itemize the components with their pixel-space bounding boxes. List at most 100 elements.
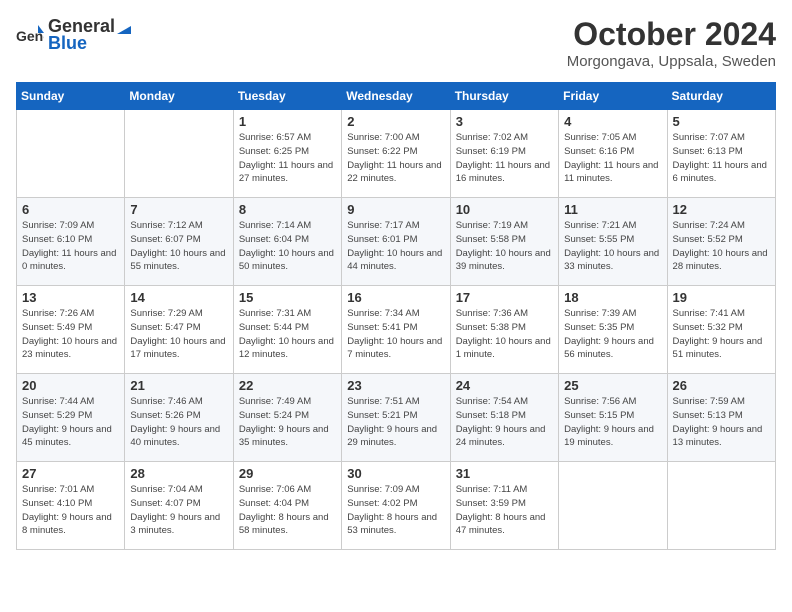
day-header-thursday: Thursday [450,83,558,110]
day-number: 22 [239,378,336,393]
calendar-cell: 7 Sunrise: 7:12 AMSunset: 6:07 PMDaylight… [125,198,233,286]
day-info: Sunrise: 7:12 AMSunset: 6:07 PMDaylight:… [130,219,227,274]
day-number: 1 [239,114,336,129]
calendar-cell: 27Sunrise: 7:01 AMSunset: 4:10 PMDayligh… [17,462,125,550]
calendar-cell: 14 Sunrise: 7:29 AMSunset: 5:47 PMDayligh… [125,286,233,374]
day-info: Sunrise: 7:09 AMSunset: 6:10 PMDaylight:… [22,219,119,274]
day-info: Sunrise: 7:54 AMSunset: 5:18 PMDaylight:… [456,395,553,450]
day-info: Sunrise: 7:41 AMSunset: 5:32 PMDaylight:… [673,307,770,362]
calendar-cell: 2 Sunrise: 7:00 AMSunset: 6:22 PMDaylight… [342,110,450,198]
day-info: Sunrise: 7:17 AMSunset: 6:01 PMDaylight:… [347,219,444,274]
day-number: 29 [239,466,336,481]
day-header-monday: Monday [125,83,233,110]
calendar-cell: 11 Sunrise: 7:21 AMSunset: 5:55 PMDayligh… [559,198,667,286]
calendar-table: SundayMondayTuesdayWednesdayThursdayFrid… [16,82,776,550]
day-number: 12 [673,202,770,217]
day-info: Sunrise: 7:14 AMSunset: 6:04 PMDaylight:… [239,219,336,274]
calendar-cell: 3 Sunrise: 7:02 AMSunset: 6:19 PMDaylight… [450,110,558,198]
day-info: Sunrise: 7:49 AMSunset: 5:24 PMDaylight:… [239,395,336,450]
day-info: Sunrise: 7:00 AMSunset: 6:22 PMDaylight:… [347,131,444,186]
day-number: 15 [239,290,336,305]
calendar-cell: 26 Sunrise: 7:59 AMSunset: 5:13 PMDayligh… [667,374,775,462]
day-info: Sunrise: 7:07 AMSunset: 6:13 PMDaylight:… [673,131,770,186]
day-number: 3 [456,114,553,129]
day-number: 30 [347,466,444,481]
calendar-cell: 6 Sunrise: 7:09 AMSunset: 6:10 PMDaylight… [17,198,125,286]
calendar-cell: 4 Sunrise: 7:05 AMSunset: 6:16 PMDaylight… [559,110,667,198]
day-info: Sunrise: 7:06 AMSunset: 4:04 PMDaylight:… [239,483,336,538]
day-number: 16 [347,290,444,305]
calendar-cell: 12Sunrise: 7:24 AMSunset: 5:52 PMDayligh… [667,198,775,286]
day-number: 14 [130,290,227,305]
day-info: Sunrise: 7:04 AMSunset: 4:07 PMDaylight:… [130,483,227,538]
day-number: 10 [456,202,553,217]
logo-icon: General [16,21,44,49]
day-info: Sunrise: 7:34 AMSunset: 5:41 PMDaylight:… [347,307,444,362]
day-header-sunday: Sunday [17,83,125,110]
day-number: 19 [673,290,770,305]
location-subtitle: Morgongava, Uppsala, Sweden [567,53,776,70]
day-info: Sunrise: 7:59 AMSunset: 5:13 PMDaylight:… [673,395,770,450]
day-info: Sunrise: 7:36 AMSunset: 5:38 PMDaylight:… [456,307,553,362]
day-number: 8 [239,202,336,217]
day-number: 24 [456,378,553,393]
day-number: 25 [564,378,661,393]
calendar-cell: 15 Sunrise: 7:31 AMSunset: 5:44 PMDayligh… [233,286,341,374]
day-number: 20 [22,378,119,393]
month-title: October 2024 [567,16,776,53]
day-number: 11 [564,202,661,217]
calendar-cell [125,110,233,198]
day-info: Sunrise: 7:09 AMSunset: 4:02 PMDaylight:… [347,483,444,538]
day-info: Sunrise: 7:01 AMSunset: 4:10 PMDaylight:… [22,483,119,538]
day-info: Sunrise: 7:56 AMSunset: 5:15 PMDaylight:… [564,395,661,450]
day-info: Sunrise: 7:02 AMSunset: 6:19 PMDaylight:… [456,131,553,186]
day-info: Sunrise: 7:31 AMSunset: 5:44 PMDaylight:… [239,307,336,362]
calendar-cell: 1Sunrise: 6:57 AMSunset: 6:25 PMDaylight… [233,110,341,198]
calendar-cell: 28 Sunrise: 7:04 AMSunset: 4:07 PMDayligh… [125,462,233,550]
calendar-cell: 25 Sunrise: 7:56 AMSunset: 5:15 PMDayligh… [559,374,667,462]
calendar-cell: 10Sunrise: 7:19 AMSunset: 5:58 PMDayligh… [450,198,558,286]
calendar-cell: 22 Sunrise: 7:49 AMSunset: 5:24 PMDayligh… [233,374,341,462]
day-info: Sunrise: 7:21 AMSunset: 5:55 PMDaylight:… [564,219,661,274]
calendar-cell [559,462,667,550]
day-header-friday: Friday [559,83,667,110]
day-number: 21 [130,378,227,393]
week-row-3: 13 Sunrise: 7:26 AMSunset: 5:49 PMDayligh… [17,286,776,374]
logo-triangle [115,18,133,36]
calendar-cell: 9Sunrise: 7:17 AMSunset: 6:01 PMDaylight… [342,198,450,286]
week-row-5: 27Sunrise: 7:01 AMSunset: 4:10 PMDayligh… [17,462,776,550]
day-info: Sunrise: 7:51 AMSunset: 5:21 PMDaylight:… [347,395,444,450]
day-header-wednesday: Wednesday [342,83,450,110]
day-number: 4 [564,114,661,129]
day-info: Sunrise: 7:29 AMSunset: 5:47 PMDaylight:… [130,307,227,362]
day-number: 13 [22,290,119,305]
week-row-1: 1Sunrise: 6:57 AMSunset: 6:25 PMDaylight… [17,110,776,198]
week-row-4: 20Sunrise: 7:44 AMSunset: 5:29 PMDayligh… [17,374,776,462]
calendar-cell: 13 Sunrise: 7:26 AMSunset: 5:49 PMDayligh… [17,286,125,374]
day-info: Sunrise: 7:39 AMSunset: 5:35 PMDaylight:… [564,307,661,362]
week-row-2: 6 Sunrise: 7:09 AMSunset: 6:10 PMDaylight… [17,198,776,286]
calendar-cell: 16 Sunrise: 7:34 AMSunset: 5:41 PMDayligh… [342,286,450,374]
calendar-cell: 30 Sunrise: 7:09 AMSunset: 4:02 PMDayligh… [342,462,450,550]
calendar-cell [17,110,125,198]
day-number: 17 [456,290,553,305]
day-number: 7 [130,202,227,217]
calendar-cell: 18 Sunrise: 7:39 AMSunset: 5:35 PMDayligh… [559,286,667,374]
day-info: Sunrise: 7:26 AMSunset: 5:49 PMDaylight:… [22,307,119,362]
day-number: 6 [22,202,119,217]
calendar-cell: 23 Sunrise: 7:51 AMSunset: 5:21 PMDayligh… [342,374,450,462]
calendar-cell [667,462,775,550]
day-header-saturday: Saturday [667,83,775,110]
day-number: 23 [347,378,444,393]
page-header: General General Blue October 2024 Morgon… [16,16,776,70]
day-number: 2 [347,114,444,129]
calendar-cell: 24 Sunrise: 7:54 AMSunset: 5:18 PMDayligh… [450,374,558,462]
day-number: 28 [130,466,227,481]
days-header-row: SundayMondayTuesdayWednesdayThursdayFrid… [17,83,776,110]
calendar-cell: 20Sunrise: 7:44 AMSunset: 5:29 PMDayligh… [17,374,125,462]
day-info: Sunrise: 7:05 AMSunset: 6:16 PMDaylight:… [564,131,661,186]
day-number: 26 [673,378,770,393]
day-number: 5 [673,114,770,129]
title-block: October 2024 Morgongava, Uppsala, Sweden [567,16,776,70]
day-number: 18 [564,290,661,305]
